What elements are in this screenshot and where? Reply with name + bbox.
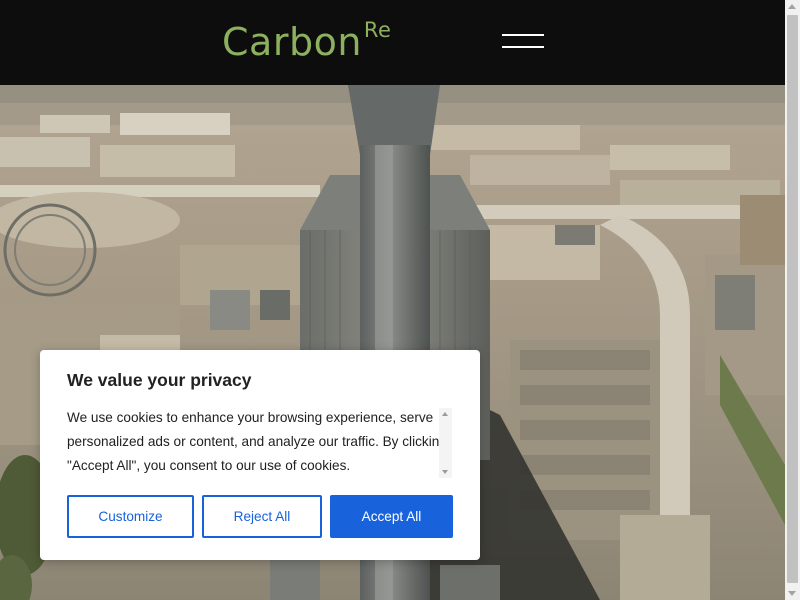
page-scrollbar[interactable] (785, 0, 800, 600)
cookie-consent-banner: We value your privacy We use cookies to … (40, 350, 480, 560)
accept-all-button[interactable]: Accept All (330, 495, 453, 538)
cookie-message: We use cookies to enhance your browsing … (67, 410, 447, 473)
scroll-down-arrow-icon[interactable] (442, 470, 448, 474)
cookie-banner-title: We value your privacy (67, 370, 252, 390)
site-header: CarbonRe (0, 0, 785, 85)
logo-text: Carbon (222, 20, 362, 64)
page: CarbonRe We value your privacy We use co… (0, 0, 800, 600)
hamburger-icon[interactable] (502, 30, 544, 52)
scroll-up-arrow-icon[interactable] (788, 4, 796, 9)
reject-all-button[interactable]: Reject All (202, 495, 322, 538)
customize-button[interactable]: Customize (67, 495, 194, 538)
scroll-up-arrow-icon[interactable] (442, 412, 448, 416)
scroll-down-arrow-icon[interactable] (788, 591, 796, 596)
site-logo[interactable]: CarbonRe (222, 18, 391, 66)
cookie-message-container: We use cookies to enhance your browsing … (67, 406, 453, 478)
scrollbar-thumb[interactable] (787, 15, 798, 583)
logo-superscript: Re (363, 18, 392, 42)
cookie-message-scrollbar[interactable] (439, 408, 452, 478)
hamburger-line (502, 46, 544, 48)
hamburger-line (502, 34, 544, 36)
